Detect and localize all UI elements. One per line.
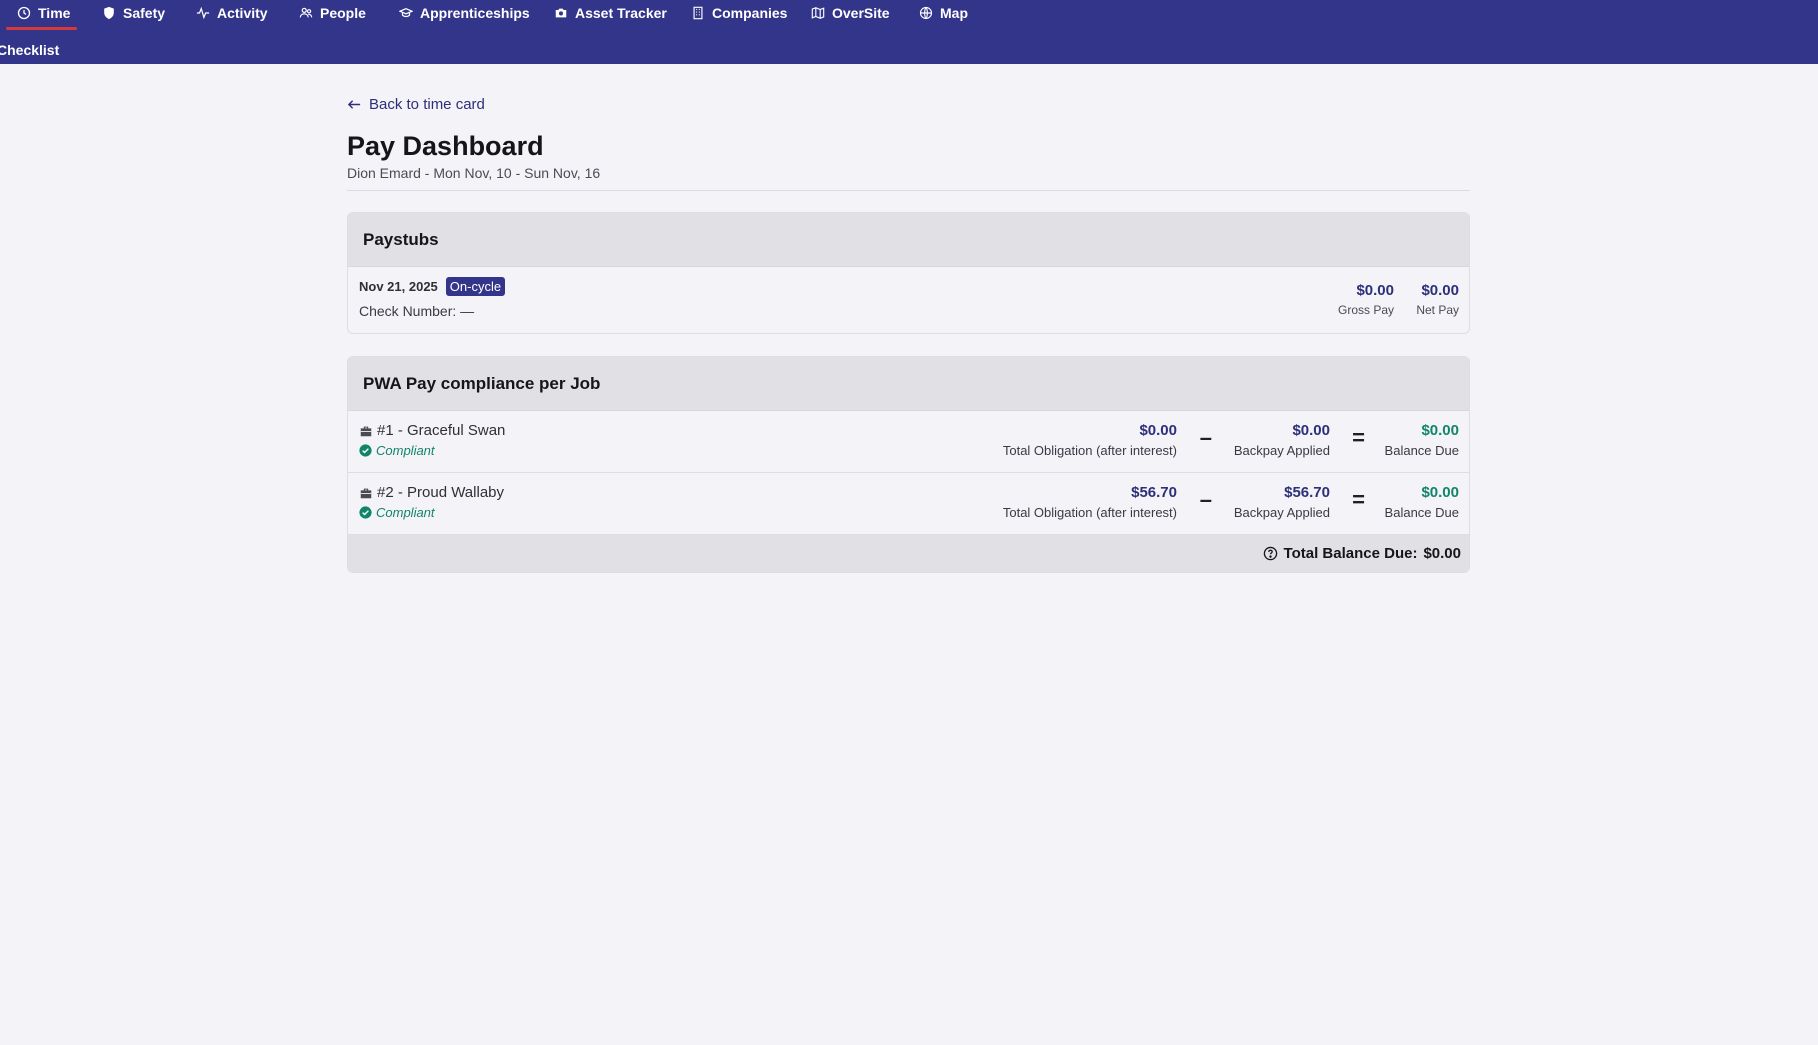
nav-item-label: OverSite — [832, 5, 890, 21]
job-row[interactable]: #2 - Proud Wallaby Compliant $56.70 Tota… — [348, 473, 1469, 535]
job-name: #2 - Proud Wallaby — [377, 484, 505, 501]
balance-value: $0.00 — [1421, 484, 1459, 501]
nav-item-companies[interactable]: Companies — [691, 0, 787, 26]
subnav-item-checklist[interactable]: Checklist — [0, 42, 59, 58]
divider — [347, 190, 1470, 191]
nav-item-label: People — [320, 5, 366, 21]
people-icon — [299, 7, 313, 18]
nav-item-activity[interactable]: Activity — [196, 0, 268, 26]
building-icon — [693, 6, 703, 20]
total-obligation-value: $0.00 — [1139, 422, 1177, 439]
nav-item-safety[interactable]: Safety — [102, 0, 165, 26]
gross-pay: $0.00 Gross Pay — [1338, 282, 1394, 317]
help-circle-icon[interactable] — [1263, 546, 1278, 561]
backpay-value: $56.70 — [1284, 484, 1330, 501]
minus-operator: – — [1199, 487, 1212, 512]
gross-pay-value: $0.00 — [1356, 282, 1394, 299]
balance-label: Balance Due — [1384, 443, 1459, 458]
total-obligation: $56.70 Total Obligation (after interest) — [1003, 484, 1177, 520]
nav-item-label: Activity — [217, 5, 268, 21]
page-title: Pay Dashboard — [347, 131, 544, 161]
back-link-label: Back to time card — [369, 95, 485, 113]
map-icon — [811, 7, 825, 19]
balance-due: $0.00 Balance Due — [1385, 484, 1459, 520]
arrow-left-icon — [347, 99, 361, 109]
net-pay: $0.00 Net Pay — [1416, 282, 1459, 317]
backpay-applied: $0.00 Backpay Applied — [1234, 422, 1330, 458]
total-obligation-label: Total Obligation (after interest) — [1002, 505, 1177, 520]
backpay-value: $0.00 — [1292, 422, 1330, 439]
minus-operator: – — [1199, 425, 1212, 450]
check-number: Check Number: — — [359, 303, 475, 319]
net-pay-label: Net Pay — [1416, 303, 1459, 317]
balance-label: Balance Due — [1384, 505, 1459, 520]
nav-item-label: Apprenticeships — [420, 5, 530, 21]
net-pay-value: $0.00 — [1421, 282, 1459, 299]
compliant-label: Compliant — [376, 443, 435, 458]
paystub-date: Nov 21, 2025 — [359, 279, 438, 294]
camera-icon — [555, 8, 567, 18]
nav-item-oversite[interactable]: OverSite — [811, 0, 890, 26]
clock-icon — [17, 6, 31, 20]
total-obligation: $0.00 Total Obligation (after interest) — [1003, 422, 1177, 458]
nav-item-map[interactable]: Map — [919, 0, 968, 26]
equals-operator: = — [1352, 487, 1365, 512]
shield-icon — [104, 6, 114, 20]
globe-icon — [919, 6, 933, 20]
nav-item-label: Time — [38, 5, 71, 21]
pwa-compliance-card: PWA Pay compliance per Job #1 - Graceful… — [347, 356, 1470, 573]
balance-due: $0.00 Balance Due — [1385, 422, 1459, 458]
back-to-time-card-link[interactable]: Back to time card — [347, 90, 485, 118]
activity-icon — [196, 6, 210, 20]
page-subtitle: Dion Emard - Mon Nov, 10 - Sun Nov, 16 — [347, 165, 601, 181]
backpay-label: Backpay Applied — [1233, 505, 1330, 520]
briefcase-icon — [360, 426, 372, 436]
total-balance-bar: Total Balance Due: $0.00 — [348, 535, 1469, 572]
equals-operator: = — [1352, 425, 1365, 450]
compliant-status: Compliant — [359, 505, 504, 520]
on-cycle-badge: On-cycle — [445, 277, 506, 296]
briefcase-icon — [360, 488, 372, 498]
total-balance-value: $0.00 — [1423, 545, 1461, 562]
nav-item-label: Map — [940, 5, 968, 21]
nav-item-label: Companies — [712, 5, 788, 21]
paystub-info: Nov 21, 2025 On-cycle Check Number: — — [359, 277, 506, 319]
total-obligation-value: $56.70 — [1131, 484, 1177, 501]
compliant-status: Compliant — [359, 443, 505, 458]
job-name: #1 - Graceful Swan — [377, 422, 506, 439]
check-circle-icon — [359, 506, 372, 519]
total-balance-label: Total Balance Due: — [1283, 545, 1418, 562]
main-content: Back to time card Pay Dashboard Dion Ema… — [347, 90, 1470, 573]
active-tab-indicator — [6, 27, 77, 30]
paystubs-card: Paystubs Nov 21, 2025 On-cycle Check Num… — [347, 212, 1470, 334]
backpay-applied: $56.70 Backpay Applied — [1234, 484, 1330, 520]
backpay-label: Backpay Applied — [1233, 443, 1330, 458]
total-obligation-label: Total Obligation (after interest) — [1002, 443, 1177, 458]
check-circle-icon — [359, 444, 372, 457]
compliant-label: Compliant — [376, 505, 435, 520]
nav-item-label: Asset Tracker — [575, 5, 667, 21]
graduation-cap-icon — [399, 7, 413, 18]
nav-item-asset-tracker[interactable]: Asset Tracker — [554, 0, 667, 26]
pwa-compliance-header: PWA Pay compliance per Job — [348, 357, 1469, 411]
gross-pay-label: Gross Pay — [1337, 303, 1394, 317]
paystubs-header: Paystubs — [348, 213, 1469, 267]
balance-value: $0.00 — [1421, 422, 1459, 439]
job-row[interactable]: #1 - Graceful Swan Compliant $0.00 Total… — [348, 411, 1469, 473]
nav-item-apprenticeships[interactable]: Apprenticeships — [399, 0, 530, 26]
nav-item-time[interactable]: Time — [17, 0, 70, 26]
nav-item-people[interactable]: People — [299, 0, 366, 26]
nav-item-label: Safety — [123, 5, 166, 21]
top-nav-bar: Time Safety Activity People Apprenticesh… — [0, 0, 1818, 64]
paystub-row[interactable]: Nov 21, 2025 On-cycle Check Number: — $0… — [348, 267, 1469, 333]
